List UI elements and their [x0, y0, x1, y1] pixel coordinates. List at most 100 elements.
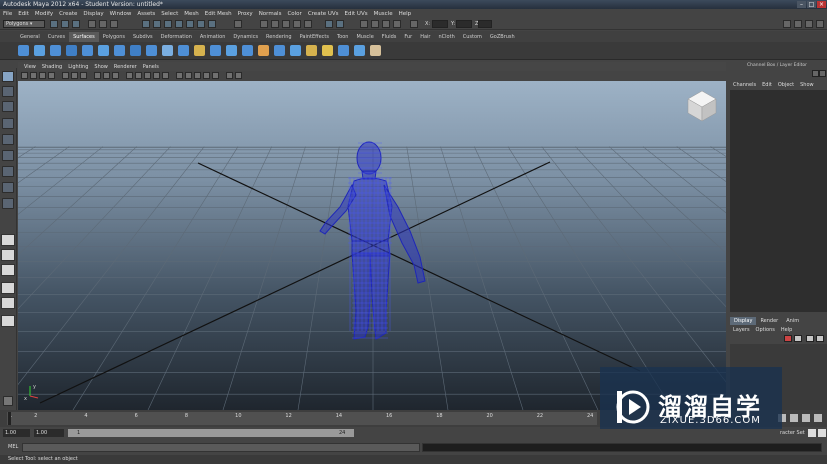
render-settings-icon[interactable]: [393, 20, 401, 28]
go-to-end-icon[interactable]: [814, 414, 822, 422]
persp-outliner-layout-icon[interactable]: [1, 264, 15, 276]
shelf-tool-icon[interactable]: [354, 45, 365, 56]
snap-curve-icon[interactable]: [271, 20, 279, 28]
rotate-tool-icon[interactable]: [2, 134, 14, 145]
shelf-tab-fur[interactable]: Fur: [400, 32, 416, 42]
channel-menu-channels[interactable]: Channels: [730, 81, 759, 90]
shelf-tool-icon[interactable]: [98, 45, 109, 56]
panel-toolbar-icon[interactable]: [153, 72, 160, 79]
range-bar[interactable]: 1 24: [68, 429, 354, 437]
pick-mask-icon[interactable]: [197, 20, 205, 28]
shelf-tool-icon[interactable]: [322, 45, 333, 56]
panel-toolbar-icon[interactable]: [176, 72, 183, 79]
panel-toolbar-icon[interactable]: [185, 72, 192, 79]
shelf-tab-painteffects[interactable]: PaintEffects: [296, 32, 333, 42]
close-icon[interactable]: ×: [817, 1, 826, 8]
scale-tool-icon[interactable]: [2, 150, 14, 161]
paint-select-tool-icon[interactable]: [2, 101, 14, 112]
shelf-tool-icon[interactable]: [290, 45, 301, 56]
open-scene-icon[interactable]: [61, 20, 69, 28]
select-hierarchy-icon[interactable]: [88, 20, 96, 28]
shelf-tab-polygons[interactable]: Polygons: [99, 32, 129, 42]
shelf-tool-icon[interactable]: [274, 45, 285, 56]
shelf-tab-toon[interactable]: Toon: [333, 32, 353, 42]
toggle-panel-icon[interactable]: [816, 20, 824, 28]
panel-toolbar-icon[interactable]: [135, 72, 142, 79]
shelf-tool-icon[interactable]: [114, 45, 125, 56]
panel-toolbar-icon[interactable]: [94, 72, 101, 79]
shelf-tool-icon[interactable]: [130, 45, 141, 56]
channel-box-toggle-icon[interactable]: [819, 70, 826, 77]
panel-toolbar-icon[interactable]: [162, 72, 169, 79]
new-layer-icon[interactable]: [806, 335, 814, 342]
panel-toolbar-icon[interactable]: [112, 72, 119, 79]
select-object-icon[interactable]: [99, 20, 107, 28]
toggle-panel-icon[interactable]: [783, 20, 791, 28]
input-ops-icon[interactable]: [325, 20, 333, 28]
shelf-tab-animation[interactable]: Animation: [196, 32, 230, 42]
preferences-icon[interactable]: [818, 429, 826, 437]
shelf-tool-icon[interactable]: [50, 45, 61, 56]
shelf-tool-icon[interactable]: [242, 45, 253, 56]
ipr-render-icon[interactable]: [382, 20, 390, 28]
y-field[interactable]: [456, 20, 472, 28]
shelf-tool-icon[interactable]: [194, 45, 205, 56]
shelf-tab-subdivs[interactable]: Subdivs: [129, 32, 157, 42]
output-ops-icon[interactable]: [336, 20, 344, 28]
step-forward-icon[interactable]: [790, 414, 798, 422]
panel-toolbar-icon[interactable]: [226, 72, 233, 79]
four-view-layout-icon[interactable]: [1, 249, 15, 261]
last-tool-icon[interactable]: [2, 198, 14, 209]
toggle-panel-icon[interactable]: [805, 20, 813, 28]
render-view-icon[interactable]: [360, 20, 368, 28]
shelf-tab-gozbrush[interactable]: GoZBrush: [486, 32, 519, 42]
perspective-viewport[interactable]: y x: [18, 81, 726, 410]
shelf-tab-ncloth[interactable]: nCloth: [435, 32, 459, 42]
layer-up-icon[interactable]: [784, 335, 792, 342]
minimize-icon[interactable]: –: [797, 1, 806, 8]
shelf-tab-dynamics[interactable]: Dynamics: [229, 32, 262, 42]
z-field[interactable]: [478, 20, 492, 28]
shelf-tool-icon[interactable]: [306, 45, 317, 56]
panel-toolbar-icon[interactable]: [48, 72, 55, 79]
human-mesh[interactable]: [319, 141, 426, 340]
panel-toolbar-icon[interactable]: [194, 72, 201, 79]
panel-toolbar-icon[interactable]: [126, 72, 133, 79]
channel-menu-show[interactable]: Show: [797, 81, 817, 90]
panel-toolbar-icon[interactable]: [235, 72, 242, 79]
current-time-field[interactable]: 1.00: [34, 429, 64, 437]
shelf-tool-icon[interactable]: [162, 45, 173, 56]
pick-mask-icon[interactable]: [153, 20, 161, 28]
shelf-tool-icon[interactable]: [18, 45, 29, 56]
shelf-tool-icon[interactable]: [66, 45, 77, 56]
shelf-tool-icon[interactable]: [82, 45, 93, 56]
channel-menu-edit[interactable]: Edit: [759, 81, 775, 90]
hypershade-layout-icon[interactable]: [1, 297, 15, 309]
render-frame-icon[interactable]: [371, 20, 379, 28]
pick-mask-icon[interactable]: [142, 20, 150, 28]
toggle-panel-icon[interactable]: [794, 20, 802, 28]
single-perspective-layout-icon[interactable]: [1, 234, 15, 246]
shelf-tab-fluids[interactable]: Fluids: [378, 32, 401, 42]
shelf-tool-icon[interactable]: [338, 45, 349, 56]
x-field[interactable]: [432, 20, 448, 28]
mode-select[interactable]: Polygons ▾: [3, 20, 45, 28]
shelf-tab-custom[interactable]: Custom: [459, 32, 486, 42]
pick-mask-icon[interactable]: [186, 20, 194, 28]
shelf-tool-icon[interactable]: [226, 45, 237, 56]
manipulator-tool-icon[interactable]: [2, 166, 14, 177]
snap-point-icon[interactable]: [282, 20, 290, 28]
maximize-icon[interactable]: □: [807, 1, 816, 8]
panel-toolbar-icon[interactable]: [71, 72, 78, 79]
current-time-marker[interactable]: [8, 412, 11, 425]
command-input[interactable]: [22, 443, 420, 452]
shelf-tool-icon[interactable]: [178, 45, 189, 56]
panel-toolbar-icon[interactable]: [62, 72, 69, 79]
layer-down-icon[interactable]: [794, 335, 802, 342]
shelf-tab-hair[interactable]: Hair: [416, 32, 434, 42]
new-scene-icon[interactable]: [50, 20, 58, 28]
panel-toolbar-icon[interactable]: [203, 72, 210, 79]
auto-key-icon[interactable]: [808, 429, 816, 437]
lock-selection-icon[interactable]: [234, 20, 242, 28]
viewport-scene[interactable]: y x: [18, 81, 726, 410]
